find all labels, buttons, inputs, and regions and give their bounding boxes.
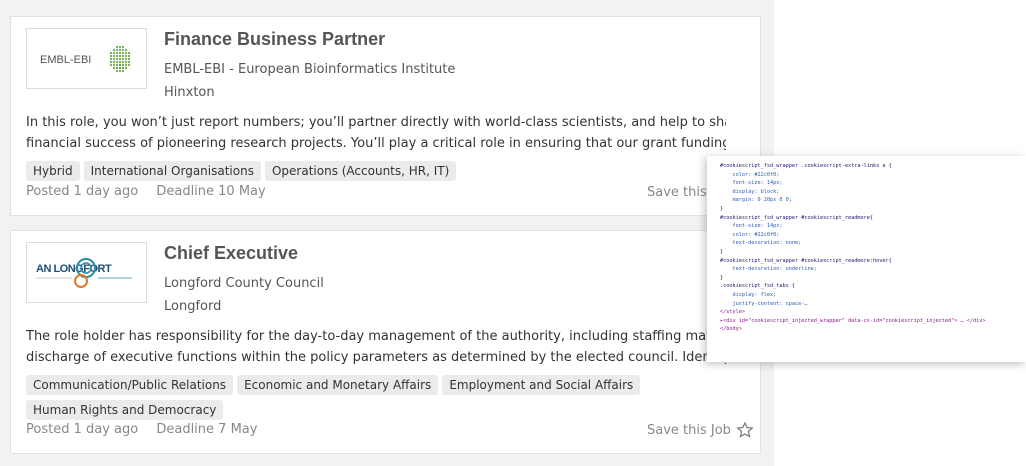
job-tag[interactable]: Hybrid [26, 161, 80, 181]
code-line: #cookiescript_fsd_wrapper #cookiescript_… [720, 214, 874, 221]
code-line: display: flex; [720, 291, 777, 298]
code-line: </style> [720, 309, 745, 316]
code-line: color: #22c0f0; [720, 171, 780, 178]
longford-logo: AN LONGFORT [35, 257, 132, 288]
job-description: In this role, you won’t just report numb… [26, 112, 726, 154]
job-meta: Posted 1 day ago Deadline 7 May [26, 422, 271, 437]
job-tag[interactable]: Employment and Social Affairs [442, 375, 641, 395]
employer-name[interactable]: Longford County Council [164, 276, 324, 291]
longford-logo-text: AN LONGFORT [36, 263, 112, 275]
employer-logo[interactable]: EMBL-EBI [26, 28, 147, 89]
save-job-label: Save this Job [647, 422, 731, 438]
job-meta: Posted 1 day ago Deadline 10 May [26, 184, 280, 199]
job-tag[interactable]: Communication/Public Relations [26, 375, 234, 395]
code-line: display: block; [720, 188, 780, 195]
save-job-button[interactable]: Save this Job [647, 421, 754, 439]
code-line: text-decoration: underline; [720, 266, 817, 273]
star-icon [736, 421, 754, 438]
job-tags: Hybrid International Organisations Operati… [26, 160, 746, 185]
job-title[interactable]: Chief Executive [164, 243, 298, 264]
posted-date: Posted 1 day ago [26, 184, 139, 199]
job-tags: Communication/Public Relations Economic a… [26, 374, 746, 424]
embl-ebi-logo-text: EMBL-EBI [40, 54, 91, 66]
embl-ebi-logo: EMBL-EBI [40, 45, 130, 72]
code-line: justify-content: space-… [720, 300, 808, 307]
code-line: font-size: 14px; [720, 180, 783, 187]
job-tag[interactable]: Human Rights and Democracy [26, 400, 224, 420]
code-line: </body> [720, 326, 742, 333]
job-tag[interactable]: Economic and Monetary Affairs [237, 375, 439, 395]
code-line: margin: 0 20px 0 0; [720, 197, 792, 204]
description-line: In this role, you won’t just report numb… [26, 115, 726, 130]
code-line: } [720, 274, 724, 281]
employer-name[interactable]: EMBL-EBI - European Bioinformatics Insti… [164, 62, 455, 77]
job-card[interactable]: EMBL-EBI Finance Business Partner EMBL-E… [10, 16, 761, 216]
posted-date: Posted 1 day ago [26, 422, 139, 437]
code-line: #cookiescript_fsd_wrapper .cookiescript-… [720, 163, 892, 169]
code-line: color: #22c0f0; [720, 231, 780, 238]
code-line[interactable]: ▸<div id="cookiescript_injected_wrapper"… [720, 317, 1026, 326]
job-tag[interactable]: Operations (Accounts, HR, IT) [264, 161, 457, 181]
deadline-date: Deadline 7 May [156, 422, 258, 437]
job-tag[interactable]: International Organisations [83, 161, 261, 181]
code-line: } [720, 205, 724, 212]
job-description: The role holder has responsibility for t… [26, 326, 726, 368]
code-inspector-popup[interactable]: #cookiescript_fsd_wrapper .cookiescript-… [707, 156, 1026, 362]
description-line: discharge of executive functions within … [26, 350, 726, 365]
employer-logo[interactable]: AN LONGFORT [26, 242, 147, 303]
code-line: text-decoration: none; [720, 240, 802, 247]
description-line: financial success of pioneering research… [26, 136, 726, 151]
description-line: The role holder has responsibility for t… [26, 329, 726, 344]
code-line: font-size: 14px; [720, 223, 783, 230]
job-title[interactable]: Finance Business Partner [164, 29, 385, 50]
job-location: Longford [164, 299, 222, 314]
job-card[interactable]: AN LONGFORT Chief Executive Longford Cou… [10, 230, 761, 454]
job-location: Hinxton [164, 85, 215, 100]
deadline-date: Deadline 10 May [156, 184, 266, 199]
code-line: #cookiescript_fsd_wrapper #cookiescript_… [720, 257, 892, 264]
code-line: } [720, 248, 724, 255]
code-line: .cookiescript_fsd_tabs { [720, 283, 795, 290]
